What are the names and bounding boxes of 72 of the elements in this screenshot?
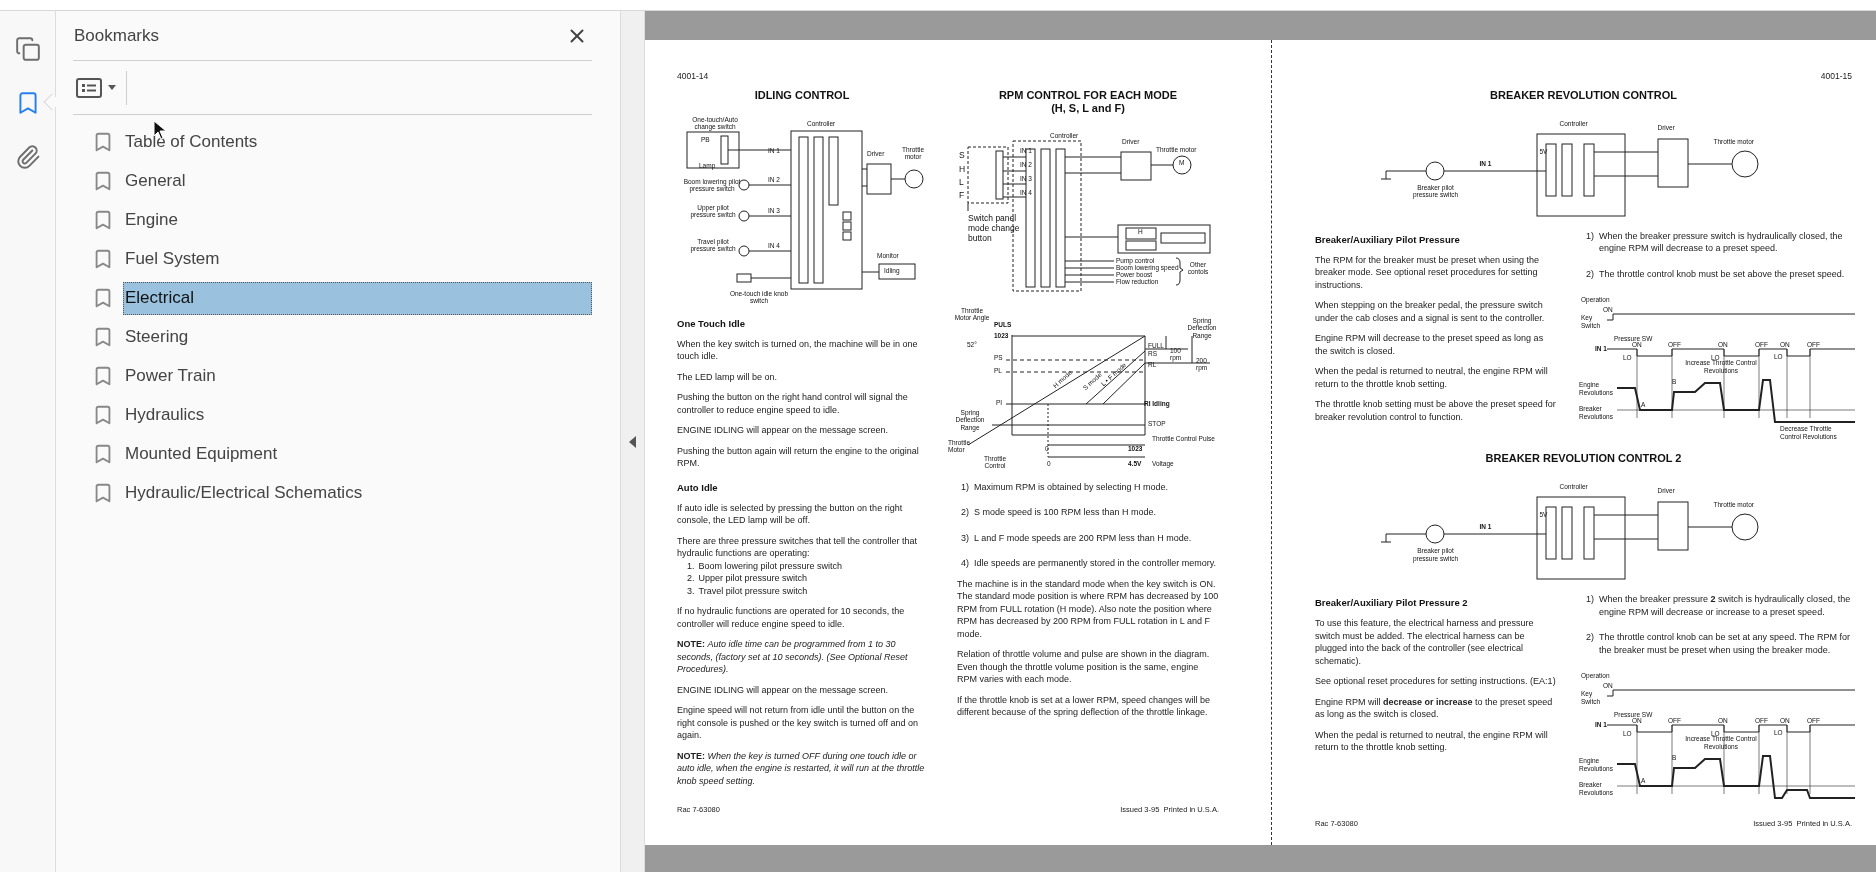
step-number: 2) <box>1586 267 1594 281</box>
section-title: RPM CONTROL FOR EACH MODE (H, S, L and F) <box>997 88 1179 115</box>
body-paragraph: See optional reset procedures for setting instructions. (EA:1) <box>1315 675 1557 688</box>
bookmark-item[interactable]: Hydraulics <box>123 398 592 432</box>
diagram-label: F <box>959 189 965 200</box>
bookmark-item[interactable]: Hydraulic/Electrical Schematics <box>123 476 592 510</box>
list-item-text: Travel pilot pressure switch <box>698 584 808 598</box>
step-number: 2) <box>961 506 969 519</box>
body-paragraph: The RPM for the breaker must be preset when using the breaker mode. See optional reset procedures for setting instructions. <box>1315 253 1541 292</box>
step-text: When the breaker pressure 2 switch is hydraulically closed, the engine RPM will decrease or increase to a preset speed. <box>1599 593 1852 619</box>
body-paragraph: When stepping on the breaker pedal, the pressure switch under the cab closes and a signal is sent to the controller. <box>1315 299 1546 325</box>
bookmark-item[interactable]: Power Train <box>123 359 592 393</box>
section-title: IDLING CONTROL <box>753 88 851 102</box>
body-paragraph: Engine RPM will decrease or increase to the preset speed as long as the switch is closed. <box>1315 695 1554 721</box>
step-number: 1) <box>961 480 969 494</box>
list-number: 2. <box>687 572 695 585</box>
body-paragraph: Pushing the button again will return the engine to the original RPM. <box>677 444 920 470</box>
step-number: 1) <box>1586 593 1594 607</box>
body-paragraph: The throttle knob setting must be above the preset speed for breaker revolution control to function. <box>1315 398 1557 424</box>
section-title: BREAKER REVOLUTION CONTROL <box>1489 88 1678 102</box>
body-paragraph: NOTE: When the key is turned OFF during one touch idle or auto idle, when the engine is restarted, it will run at the throttle knob speed setting. <box>677 749 926 788</box>
bookmark-item[interactable]: Table of Contents <box>123 125 592 159</box>
step-number: 1) <box>1586 229 1594 243</box>
bookmark-item[interactable]: Fuel System <box>123 242 592 276</box>
step-number: 3) <box>961 531 969 545</box>
list-number: 1. <box>687 559 695 573</box>
body-paragraph: If no hydraulic functions are operated for 10 seconds, the controller will reduce engine speed to idle. <box>677 605 906 631</box>
bookmark-item[interactable]: Mounted Equipment <box>123 437 592 471</box>
step-text: Maximum RPM is obtained by selecting H mode. <box>974 480 1169 494</box>
page-number: 4001-14 <box>677 70 709 83</box>
bookmark-item[interactable]: Steering <box>123 320 592 354</box>
body-paragraph: If auto idle is selected by pressing the button on the right console, the LED lamp will be off. <box>677 501 904 527</box>
list-item-text: Upper pilot pressure switch <box>698 572 808 585</box>
body-paragraph: When the pedal is returned to neutral, the engine RPM will return to the throttle knob setting. <box>1315 728 1549 754</box>
body-paragraph: Engine RPM will decrease to the preset speed as long as the switch is closed. <box>1315 332 1545 358</box>
step-text: Idle speeds are permanently stored in the controller memory. <box>974 557 1216 570</box>
page-number: 4001-15 <box>1820 70 1852 83</box>
step-text: S mode speed is 100 RPM less than H mode. <box>974 506 1157 519</box>
panel-title: Bookmarks <box>73 24 160 47</box>
diagram-label: H <box>959 163 966 174</box>
body-paragraph: There are three pressure switches that tell the controller that hydraulic functions are operating: <box>677 534 919 560</box>
diagram-label: Switch panel mode change button <box>968 212 1021 243</box>
list-item-text: Boom lowering pilot pressure switch <box>698 559 843 573</box>
step-number: 2) <box>1586 631 1594 645</box>
bookmark-item[interactable]: Electrical <box>123 281 592 315</box>
body-paragraph: The machine is in the standard mode when the key switch is ON. The standard mode position is where RPM has decreased by 100 RPM from FULL rotation (H mode). Also note the position where RPM has decreased by 200 RPM from FULL rotation in L and F mode. <box>957 577 1219 641</box>
section-heading: Breaker/Auxiliary Pilot Pressure 2 <box>1315 597 1469 610</box>
body-paragraph: If the throttle knob is set at a lower RPM, speed changes will be different because of the spring deflection of the throttle linkage. <box>957 693 1212 719</box>
step-text: L and F mode speeds are 200 RPM less than H mode. <box>974 531 1192 545</box>
bookmark-item[interactable]: Engine <box>123 203 592 237</box>
body-paragraph: Pushing the button on the right hand control will signal the controller to reduce engine speed to idle. <box>677 391 909 417</box>
bookmark-item[interactable]: General <box>123 164 592 198</box>
section-heading: Auto Idle <box>677 481 719 494</box>
step-text: When the breaker pressure switch is hydraulically closed, the engine RPM will decrease to a preset speed. <box>1599 229 1844 255</box>
body-paragraph: NOTE: Auto idle time can be programmed from 1 to 30 seconds, (factory set at 10 seconds). (See Optional Reset Procedures). <box>677 638 909 676</box>
body-paragraph: When the pedal is returned to neutral, the engine RPM will return to the throttle knob setting. <box>1315 365 1549 391</box>
step-text: The throttle control knob must be set above the preset speed. <box>1599 267 1845 281</box>
list-number: 3. <box>687 584 695 598</box>
body-paragraph: When the key switch is turned on, the machine will be in one touch idle. <box>677 337 919 363</box>
diagram-label: S <box>959 149 965 160</box>
body-paragraph: Relation of throttle volume and pulse are shown in the diagram. Even though the throttle volume position is the same, engine RPM varies with each mode. <box>957 648 1211 686</box>
body-paragraph: ENGINE IDLING will appear on the message screen. <box>677 424 890 437</box>
diagram-label: L <box>959 176 964 187</box>
body-paragraph: To use this feature, the electrical harness and pressure switch must be added. The electrical harness can be plugged into the back of the controller (see electrical schematic). <box>1315 617 1535 668</box>
body-paragraph: ENGINE IDLING will appear on the message screen. <box>677 683 890 697</box>
section-heading: Breaker/Auxiliary Pilot Pressure <box>1315 233 1461 246</box>
step-text: The throttle control knob can be set at any speed. The RPM for the breaker must be preset when using the breaker mode. <box>1599 631 1851 657</box>
section-heading: One Touch Idle <box>677 317 746 330</box>
body-paragraph: Engine speed will not return from idle until the button on the right console is pushed or the key switch is turned off and on again. <box>677 704 919 742</box>
step-number: 4) <box>961 557 969 570</box>
section-title: BREAKER REVOLUTION CONTROL 2 <box>1484 452 1683 466</box>
body-paragraph: The LED lamp will be on. <box>677 370 779 384</box>
